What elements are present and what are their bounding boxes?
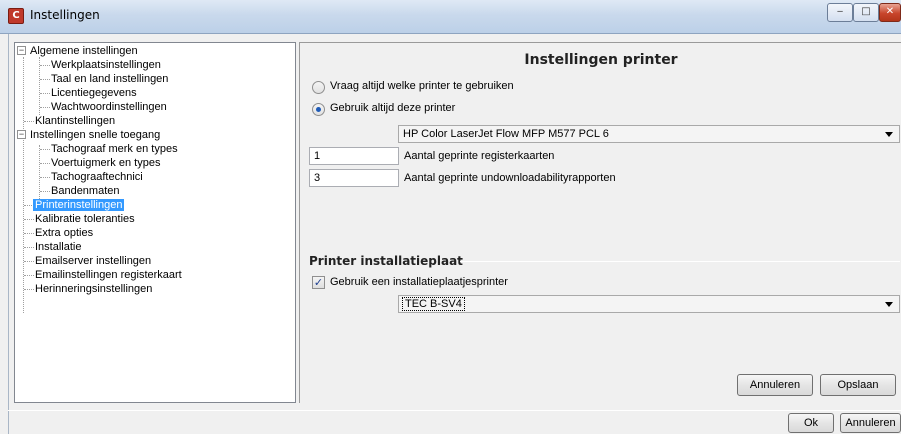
tree-item-label: Wachtwoordinstellingen bbox=[51, 101, 167, 113]
tree-item-klantinstellingen[interactable]: Klantinstellingen bbox=[33, 114, 117, 128]
tree-item-label: Extra opties bbox=[35, 227, 94, 239]
section-title-installatieplaat: Printer installatieplaat bbox=[309, 254, 463, 268]
tree-item-tachograaftechnici[interactable]: Tachograaftechnici bbox=[49, 170, 145, 184]
tree-item-extra-opties[interactable]: Extra opties bbox=[33, 226, 95, 240]
printer-settings-panel: Instellingen printer Vraag altijd welke … bbox=[299, 42, 901, 403]
cancel-button[interactable]: Annuleren bbox=[840, 413, 901, 433]
radio-ask-printer-label: Vraag altijd welke printer te gebruiken bbox=[330, 80, 514, 92]
tree-item-label: Installatie bbox=[35, 241, 82, 253]
tree-item-label: Herinneringsinstellingen bbox=[35, 283, 153, 295]
tree-item-label: Kalibratie toleranties bbox=[35, 213, 135, 225]
tree-item-label: Algemene instellingen bbox=[30, 45, 138, 57]
tree-item-taal-en-land[interactable]: Taal en land instellingen bbox=[49, 72, 170, 86]
tree-item-emailserver[interactable]: Emailserver instellingen bbox=[33, 254, 153, 268]
panel-cancel-button[interactable]: Annuleren bbox=[737, 374, 813, 396]
radio-always-printer[interactable] bbox=[312, 103, 325, 116]
tree-item-label: Licentiegegevens bbox=[51, 87, 137, 99]
collapse-icon[interactable]: − bbox=[17, 46, 26, 55]
tree-item-label: Tachograaf merk en types bbox=[51, 143, 178, 155]
tree-item-label: Werkplaatsinstellingen bbox=[51, 59, 161, 71]
tree-item-label: Taal en land instellingen bbox=[51, 73, 169, 85]
registerkaarten-count-label: Aantal geprinte registerkaarten bbox=[404, 150, 555, 162]
tree-connector bbox=[39, 145, 40, 203]
printer-select[interactable]: HP Color LaserJet Flow MFP M577 PCL 6 bbox=[398, 125, 900, 143]
tree-item-werkplaatsinstellingen[interactable]: Werkplaatsinstellingen bbox=[49, 58, 163, 72]
tree-item-wachtwoordinstellingen[interactable]: Wachtwoordinstellingen bbox=[49, 100, 169, 114]
close-button[interactable]: ✕ bbox=[879, 3, 901, 22]
page-title: Instellingen printer bbox=[524, 52, 678, 68]
save-button[interactable]: Opslaan bbox=[820, 374, 896, 396]
undownload-count-input[interactable]: 3 bbox=[309, 169, 399, 187]
printer-select-value: HP Color LaserJet Flow MFP M577 PCL 6 bbox=[403, 128, 609, 140]
tree-item-licentiegegevens[interactable]: Licentiegegevens bbox=[49, 86, 139, 100]
footer-divider bbox=[8, 410, 901, 411]
ok-button[interactable]: Ok bbox=[788, 413, 834, 433]
window-title: Instellingen bbox=[30, 8, 100, 22]
tree-item-label: Voertuigmerk en types bbox=[51, 157, 161, 169]
chevron-down-icon bbox=[885, 132, 893, 137]
tree-item-label: Emailserver instellingen bbox=[35, 255, 152, 267]
registerkaarten-count-input[interactable]: 1 bbox=[309, 147, 399, 165]
tree-item-bandenmaten[interactable]: Bandenmaten bbox=[49, 184, 122, 198]
app-logo-icon: C bbox=[8, 8, 24, 24]
radio-always-printer-label: Gebruik altijd deze printer bbox=[330, 102, 456, 114]
radio-ask-printer[interactable] bbox=[312, 81, 325, 94]
tree-item-label: Klantinstellingen bbox=[35, 115, 116, 127]
section-divider bbox=[460, 261, 900, 262]
tree-item-installatie[interactable]: Installatie bbox=[33, 240, 83, 254]
tree-item-voertuigmerk[interactable]: Voertuigmerk en types bbox=[49, 156, 162, 170]
tree-item-label: Tachograaftechnici bbox=[51, 171, 143, 183]
tree-item-label: Instellingen snelle toegang bbox=[30, 129, 161, 141]
plate-printer-select[interactable]: TEC B-SV4 bbox=[398, 295, 900, 313]
maximize-button[interactable]: □ bbox=[853, 3, 879, 22]
tree-item-algemene-instellingen[interactable]: − Algemene instellingen bbox=[17, 44, 140, 58]
collapse-icon[interactable]: − bbox=[17, 130, 26, 139]
tree-item-emailinstellingen-registerkaart[interactable]: Emailinstellingen registerkaart bbox=[33, 268, 184, 282]
installatieplaat-printer-checkbox-label: Gebruik een installatieplaatjesprinter bbox=[330, 276, 508, 288]
installatieplaat-printer-checkbox[interactable]: ✓ bbox=[312, 276, 325, 289]
chevron-down-icon bbox=[885, 302, 893, 307]
tree-item-snelle-toegang[interactable]: − Instellingen snelle toegang bbox=[17, 128, 162, 142]
tree-item-herinneringsinstellingen[interactable]: Herinneringsinstellingen bbox=[33, 282, 154, 296]
tree-item-label: Emailinstellingen registerkaart bbox=[35, 269, 182, 281]
settings-tree[interactable]: − Algemene instellingen Werkplaatsinstell… bbox=[14, 42, 296, 403]
undownload-count-label: Aantal geprinte undownloadabilityrapport… bbox=[404, 172, 616, 184]
minimize-button[interactable]: ‒ bbox=[827, 3, 853, 22]
tree-item-printerinstellingen[interactable]: Printerinstellingen bbox=[33, 198, 125, 212]
title-bar: C Instellingen ‒ □ ✕ bbox=[0, 0, 901, 34]
tree-item-kalibratie-toleranties[interactable]: Kalibratie toleranties bbox=[33, 212, 137, 226]
tree-item-tachograaf-merk[interactable]: Tachograaf merk en types bbox=[49, 142, 180, 156]
plate-printer-select-value: TEC B-SV4 bbox=[402, 297, 465, 311]
tree-item-label: Printerinstellingen bbox=[33, 199, 125, 211]
tree-item-label: Bandenmaten bbox=[51, 185, 120, 197]
